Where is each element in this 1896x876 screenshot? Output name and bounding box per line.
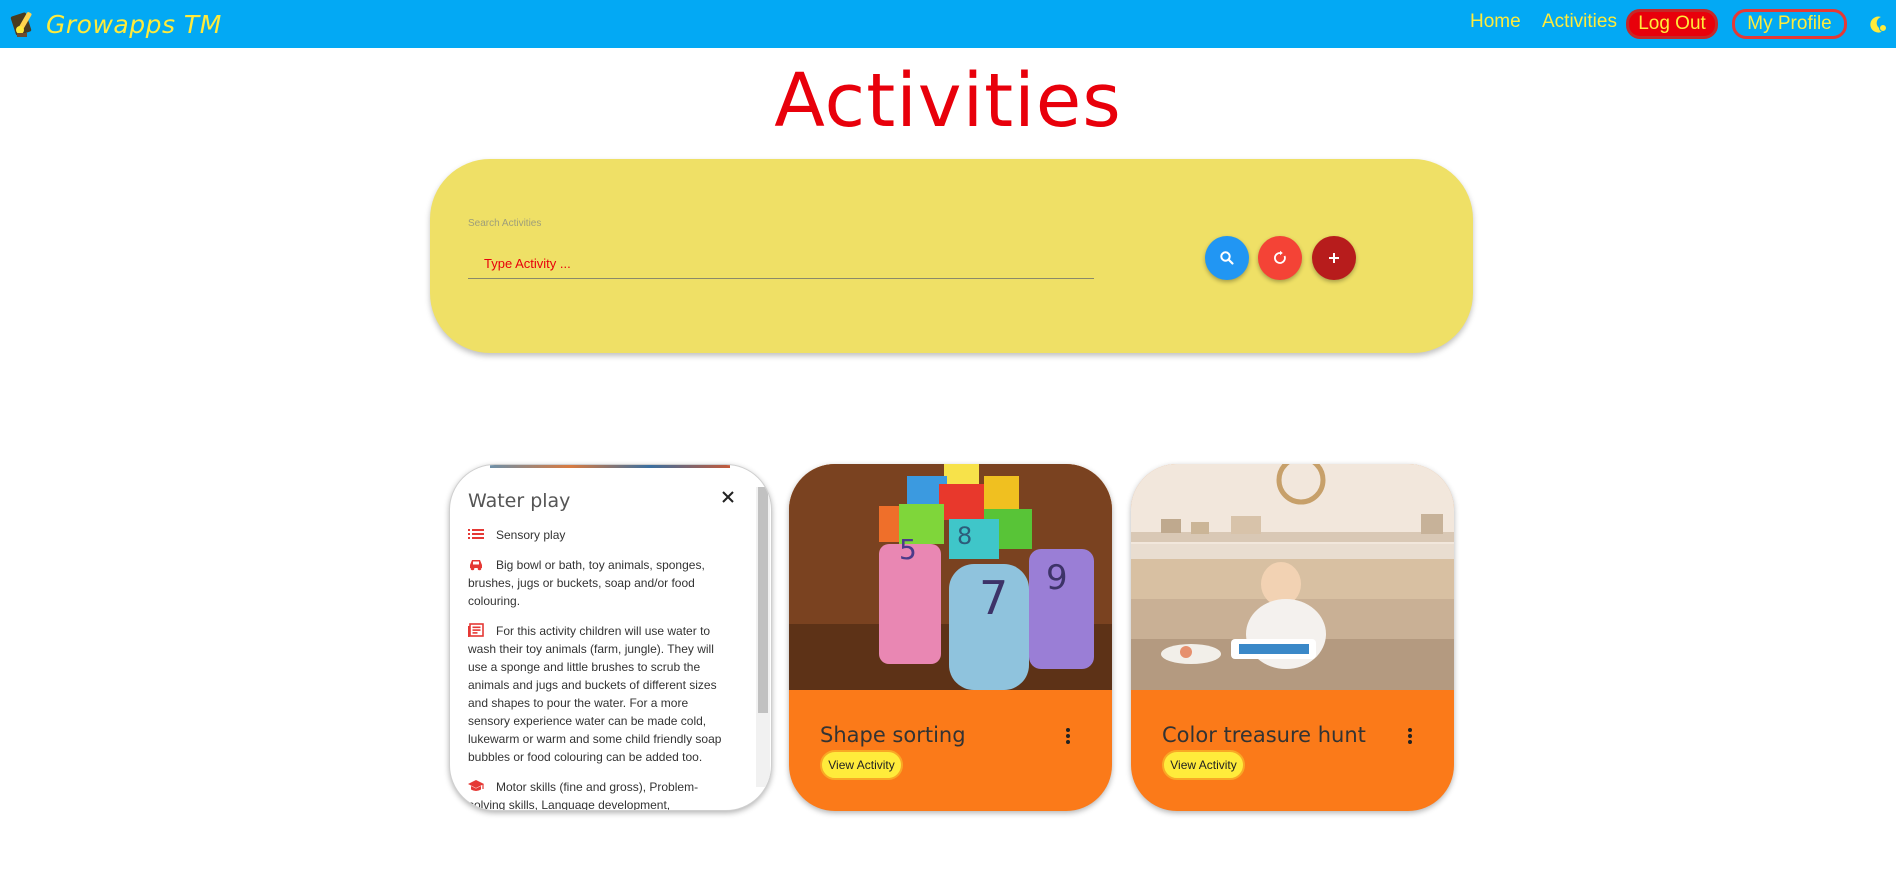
card-description-row: For this activity children will use wate… <box>468 622 728 766</box>
card-materials-row: Big bowl or bath, toy animals, sponges, … <box>468 556 728 610</box>
search-label: Search Activities <box>468 218 542 229</box>
card-reveal-title: Water play <box>468 490 571 512</box>
nav-activities-link[interactable]: Activities <box>1542 11 1617 33</box>
activity-card-water-play: Water play Sensory play Big bowl or bath… <box>449 464 772 811</box>
toy-car-icon <box>470 560 482 571</box>
more-vert-icon[interactable] <box>1063 726 1073 746</box>
svg-text:9: 9 <box>1046 558 1068 598</box>
search-panel: Search Activities <box>430 159 1473 353</box>
nav-home-link[interactable]: Home <box>1470 11 1521 33</box>
reset-button[interactable] <box>1258 236 1302 280</box>
logout-button[interactable]: Log Out <box>1626 9 1718 39</box>
card-title[interactable]: Color treasure hunt <box>1162 723 1366 747</box>
card-category: Sensory play <box>496 528 566 542</box>
search-input[interactable] <box>468 249 1094 279</box>
scrollbar-thumb[interactable] <box>758 487 768 713</box>
card-description: For this activity children will use wate… <box>468 624 722 764</box>
color-treasure-hunt-image[interactable] <box>1131 464 1454 690</box>
brand[interactable]: Growapps TM <box>10 8 222 40</box>
close-icon[interactable] <box>720 489 736 505</box>
card-reveal-scrollbar[interactable] <box>756 487 770 787</box>
card-materials: Big bowl or bath, toy animals, sponges, … <box>468 558 705 608</box>
top-navbar: Growapps TM Home Activities Log Out My P… <box>0 0 1896 48</box>
svg-text:5: 5 <box>899 533 917 566</box>
my-profile-button[interactable]: My Profile <box>1732 9 1847 39</box>
search-button[interactable] <box>1205 236 1249 280</box>
search-icon <box>1220 251 1234 265</box>
plus-icon <box>1329 253 1339 263</box>
svg-text:7: 7 <box>979 571 1008 625</box>
activity-card-color-treasure-hunt: Color treasure hunt View Activity <box>1131 464 1454 811</box>
reset-icon <box>1274 250 1286 264</box>
article-icon <box>468 623 484 637</box>
svg-text:8: 8 <box>957 522 972 550</box>
list-icon <box>468 529 484 539</box>
shape-sorting-image[interactable]: 5 7 9 8 <box>789 464 1112 690</box>
add-activity-button[interactable] <box>1312 236 1356 280</box>
page-title: Activities <box>774 58 1122 144</box>
card-category-row: Sensory play <box>468 526 728 544</box>
growapps-logo-icon <box>10 12 32 37</box>
school-icon <box>468 780 484 791</box>
card-reveal[interactable]: Water play Sensory play Big bowl or bath… <box>450 465 771 810</box>
card-skills: Motor skills (fine and gross), Problem-s… <box>468 780 699 810</box>
card-skills-row: Motor skills (fine and gross), Problem-s… <box>468 778 728 810</box>
view-activity-button[interactable]: View Activity <box>1162 750 1245 780</box>
card-title[interactable]: Shape sorting <box>820 723 966 747</box>
more-vert-icon[interactable] <box>1405 726 1415 746</box>
activity-card-shape-sorting: 5 7 9 8 Shape sorting View Activity <box>789 464 1112 811</box>
theme-toggle-icon[interactable] <box>1868 14 1888 34</box>
view-activity-button[interactable]: View Activity <box>820 750 903 780</box>
brand-name: Growapps TM <box>46 9 222 39</box>
